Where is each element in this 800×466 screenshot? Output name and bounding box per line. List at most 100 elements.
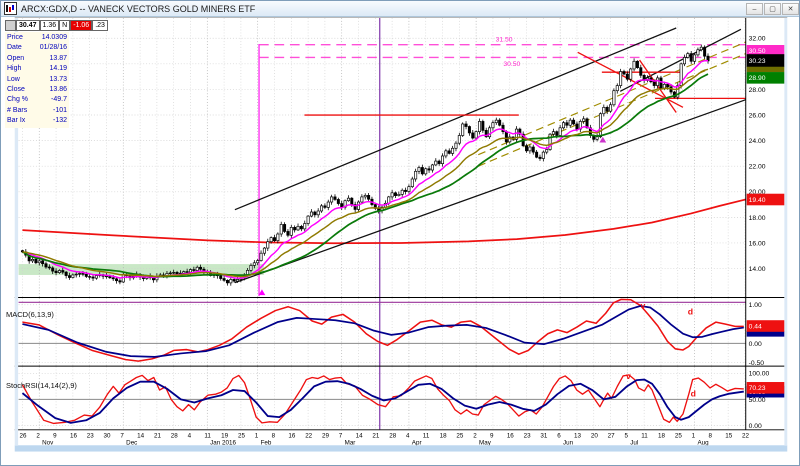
- candle-body: [616, 86, 618, 91]
- axis-price-marker-label: 0.44: [749, 323, 762, 330]
- candle-body: [361, 197, 363, 202]
- x-tick-label: 9: [53, 433, 57, 440]
- info-value: -132: [53, 116, 67, 126]
- candle-body: [95, 276, 97, 279]
- y-tick-label: 100.00: [749, 371, 770, 378]
- candle-body: [697, 50, 699, 55]
- axis-price-marker-label: 30.50: [749, 48, 766, 55]
- x-tick-label: 8: [708, 433, 712, 440]
- candle-body: [220, 276, 222, 279]
- x-tick-label: 14: [356, 433, 363, 440]
- candle-body: [72, 275, 74, 278]
- x-month-label: Aug: [697, 439, 709, 446]
- candle-body: [334, 197, 336, 200]
- x-tick-label: 4: [406, 433, 410, 440]
- candle-body: [236, 279, 238, 281]
- candle-body: [636, 61, 638, 67]
- close-button[interactable]: ✕: [782, 3, 799, 15]
- window-controls: – ▢ ✕: [745, 3, 799, 15]
- maximize-button[interactable]: ▢: [764, 3, 781, 15]
- candle-body: [62, 270, 64, 272]
- x-tick-label: 1: [692, 433, 696, 440]
- candle-body: [451, 148, 453, 153]
- mid-ma-green-line: [22, 74, 708, 277]
- y-tick-label: 24.00: [749, 138, 766, 145]
- candle-body: [341, 204, 343, 208]
- candle-body: [183, 272, 185, 274]
- x-tick-label: 27: [608, 433, 615, 440]
- candle-body: [310, 212, 312, 216]
- info-label: Low: [7, 75, 20, 85]
- info-label: # Bars: [7, 106, 27, 116]
- info-label: Open: [7, 54, 24, 64]
- x-tick-label: 7: [339, 433, 343, 440]
- candle-body: [290, 227, 292, 235]
- candle-body: [441, 156, 443, 164]
- candle-body: [401, 190, 403, 194]
- candle-body: [253, 263, 255, 266]
- y-tick-label: 18.00: [749, 215, 766, 222]
- stochrsi-slow: [22, 380, 743, 423]
- candle-body: [556, 132, 558, 136]
- support-band: [19, 264, 264, 275]
- candle-body: [630, 69, 632, 79]
- quote-change: -1.06: [70, 20, 92, 31]
- candle-body: [488, 128, 490, 137]
- candle-body: [613, 91, 615, 105]
- x-tick-label: 8: [272, 433, 276, 440]
- candle-body: [562, 123, 564, 128]
- candle-body: [566, 123, 568, 126]
- signal-line: [22, 306, 743, 357]
- candle-body: [603, 107, 605, 113]
- candle-body: [398, 194, 400, 195]
- candle-body: [431, 165, 433, 170]
- candle-body: [492, 123, 494, 128]
- y-tick-label: 26.00: [749, 112, 766, 119]
- candle-body: [703, 47, 705, 56]
- x-tick-label: 26: [20, 433, 27, 440]
- candle-body: [283, 224, 285, 231]
- info-label: Bar Ix: [7, 116, 25, 126]
- x-month-label: Dec: [126, 439, 137, 446]
- candle-body: [408, 187, 410, 192]
- info-value: 13.86: [49, 85, 67, 95]
- x-tick-label: 4: [188, 433, 192, 440]
- candle-body: [539, 157, 541, 158]
- candle-body: [458, 135, 460, 143]
- minimize-button[interactable]: –: [746, 3, 763, 15]
- frame-bottom: [15, 445, 788, 451]
- candle-body: [327, 202, 329, 207]
- candle-body: [250, 265, 252, 270]
- candle-body: [233, 279, 235, 281]
- macd-panel-label: MACD(6,13,9): [6, 310, 54, 319]
- macd-line: [22, 299, 743, 361]
- candle-body: [687, 54, 689, 58]
- x-tick-label: 7: [120, 433, 124, 440]
- candle-body: [176, 272, 178, 274]
- candle-body: [270, 238, 272, 242]
- x-month-label: Feb: [261, 439, 272, 446]
- candle-body: [445, 151, 447, 156]
- candle-body: [421, 167, 423, 173]
- candle-body: [596, 137, 598, 140]
- candle-body: [260, 253, 262, 260]
- candle-body: [78, 273, 80, 274]
- window-title: ARCX:GDX,D -- VANECK VECTORS GOLD MINERS…: [21, 4, 255, 14]
- info-row: Price14.0309: [7, 33, 67, 43]
- candle-body: [640, 68, 642, 76]
- trendline-black: [235, 100, 746, 283]
- x-tick-label: 23: [87, 433, 94, 440]
- candle-body: [45, 264, 47, 267]
- chart-canvas[interactable]: 31.5030.50vdvd32.0030.0028.0026.0024.002…: [1, 17, 800, 466]
- candle-body: [482, 121, 484, 130]
- signal-letter-annotation: v: [626, 371, 631, 381]
- x-month-label: Jun: [563, 439, 574, 446]
- info-value: 14.0309: [42, 33, 67, 43]
- quote-last: 30.47: [16, 20, 40, 31]
- x-tick-label: 16: [70, 433, 77, 440]
- x-tick-label: 22: [305, 433, 312, 440]
- info-value: -101: [53, 106, 67, 116]
- candle-body: [38, 261, 40, 263]
- candle-body: [347, 198, 349, 201]
- candle-body: [475, 132, 477, 138]
